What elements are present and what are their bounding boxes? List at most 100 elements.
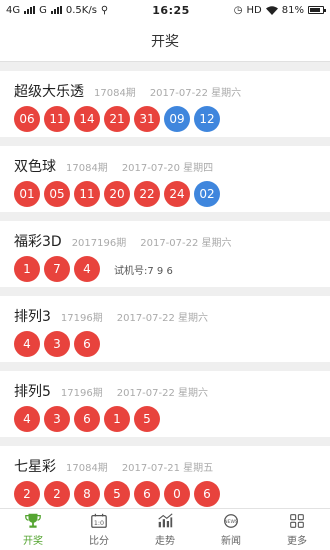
draw-date: 2017-07-22 星期六: [116, 388, 209, 399]
bottom-tab-bar: 开奖 1:0 比分 走势 NEWS 新闻 更多: [0, 508, 330, 550]
tab-kaijiang[interactable]: 开奖: [0, 509, 66, 550]
red-ball: 6: [74, 331, 100, 357]
svg-text:NEWS: NEWS: [224, 519, 238, 525]
ball-row: 06 11 14 21 31 09 12: [14, 106, 330, 132]
blue-ball: 12: [194, 106, 220, 132]
lottery-issue: 17084期: [66, 463, 108, 474]
lottery-header: 排列3 17196期 2017-07-22 星期六: [14, 306, 330, 326]
lottery-name: 福彩3D: [14, 234, 62, 250]
red-ball: 01: [14, 181, 40, 207]
ball-row: 436: [14, 331, 330, 357]
red-ball: 4: [74, 256, 100, 282]
tab-zoushi[interactable]: 走势: [132, 509, 198, 550]
lottery-header: 排列5 17196期 2017-07-22 星期六: [14, 381, 330, 401]
red-ball: 6: [134, 481, 160, 507]
draw-date: 2017-07-21 星期五: [121, 463, 214, 474]
red-ball: 5: [134, 406, 160, 432]
lottery-name: 双色球: [14, 159, 56, 175]
blue-ball: 02: [194, 181, 220, 207]
red-ball: 7: [44, 256, 70, 282]
battery-percent: 81%: [281, 4, 304, 16]
lottery-card[interactable]: 双色球 17084期 2017-07-20 星期四 01 05 11 20 22 24 02: [0, 146, 330, 212]
lottery-header: 福彩3D 2017196期 2017-07-22 星期六: [14, 231, 330, 251]
red-ball: 11: [74, 181, 100, 207]
lottery-card[interactable]: 排列3 17196期 2017-07-22 星期六 4 3 6: [0, 296, 330, 362]
alarm-icon: ◷: [233, 4, 243, 16]
ball-row: 2285606: [14, 481, 330, 507]
lottery-issue: 17196期: [60, 313, 103, 324]
lottery-card[interactable]: 七星彩 17084期 2017-07-21 星期五 2 2 8 5 6 0 6: [0, 446, 330, 508]
network-type: 4G: [6, 4, 21, 16]
clock: 16:25: [152, 3, 190, 17]
blue-ball: 09: [164, 106, 190, 132]
usb-icon: ⚲: [100, 4, 109, 16]
red-ball: 6: [74, 406, 100, 432]
tab-gengduo[interactable]: 更多: [264, 509, 330, 550]
red-ball: 2: [44, 481, 70, 507]
svg-text:1:0: 1:0: [94, 520, 104, 527]
tab-label: 更多: [287, 536, 307, 547]
tab-label: 比分: [89, 536, 109, 547]
tab-label: 走势: [155, 536, 175, 547]
status-right: ◷ HD 81%: [233, 4, 326, 16]
red-ball: 2: [14, 481, 40, 507]
lottery-name: 排列3: [14, 309, 51, 325]
red-ball: 3: [44, 331, 70, 357]
ball-row: 43615: [14, 406, 330, 432]
hd-label: HD: [246, 4, 262, 16]
trial-number: 试机号:7 9 6: [114, 265, 173, 277]
lottery-issue: 17196期: [60, 388, 103, 399]
status-bar: 4G G 0.5K/s ⚲ 16:25 ◷ HD 81%: [0, 0, 330, 20]
tab-xinwen[interactable]: NEWS 新闻: [198, 509, 264, 550]
red-ball: 11: [44, 106, 70, 132]
chart-icon: [158, 513, 173, 528]
red-ball: 31: [134, 106, 160, 132]
scoreboard-icon: 1:0: [91, 513, 107, 528]
red-ball: 1: [104, 406, 130, 432]
draw-date: 2017-07-22 星期六: [116, 313, 209, 324]
lottery-list[interactable]: 超级大乐透 17084期 2017-07-22 星期六 06 11 14 21 31 09 12 双…: [0, 62, 330, 508]
signal-icon-2: [50, 6, 62, 14]
ball-row: 1 7 4 试机号:7 9 6: [14, 256, 330, 282]
red-ball: 3: [44, 406, 70, 432]
red-ball: 20: [104, 181, 130, 207]
title-bar: 开奖: [0, 20, 330, 62]
red-ball: 6: [194, 481, 220, 507]
draw-date: 2017-07-20 星期四: [121, 163, 214, 174]
lottery-name: 超级大乐透: [14, 84, 84, 100]
lottery-header: 超级大乐透 17084期 2017-07-22 星期六: [14, 81, 330, 101]
grid-icon: [290, 514, 304, 528]
signal-icon: [24, 6, 36, 14]
draw-date: 2017-07-22 星期六: [149, 88, 242, 99]
red-ball: 14: [74, 106, 100, 132]
lottery-card[interactable]: 排列5 17196期 2017-07-22 星期六 4 3 6 1 5: [0, 371, 330, 437]
lottery-issue: 2017196期: [71, 238, 127, 249]
battery-icon: [308, 6, 326, 14]
red-ball: 4: [14, 406, 40, 432]
red-ball: 21: [104, 106, 130, 132]
page-title: 开奖: [151, 33, 179, 50]
tab-bifen[interactable]: 1:0 比分: [66, 509, 132, 550]
lottery-header: 七星彩 17084期 2017-07-21 星期五: [14, 456, 330, 476]
ball-row: 01 05 11 20 22 24 02: [14, 181, 330, 207]
red-ball: 8: [74, 481, 100, 507]
tab-label: 开奖: [23, 536, 43, 547]
red-ball: 05: [44, 181, 70, 207]
lottery-card[interactable]: 福彩3D 2017196期 2017-07-22 星期六 1 7 4 试机号:7 9 6: [0, 221, 330, 287]
net-speed: 0.5K/s: [65, 4, 97, 16]
lottery-name: 排列5: [14, 384, 51, 400]
lottery-issue: 17084期: [66, 163, 108, 174]
tab-label: 新闻: [221, 536, 241, 547]
red-ball: 5: [104, 481, 130, 507]
lottery-card[interactable]: 超级大乐透 17084期 2017-07-22 星期六 06 11 14 21 31 09 12: [0, 71, 330, 137]
red-ball: 1: [14, 256, 40, 282]
lottery-issue: 17084期: [94, 88, 136, 99]
lottery-header: 双色球 17084期 2017-07-20 星期四: [14, 156, 330, 176]
status-left: 4G G 0.5K/s ⚲: [6, 5, 108, 16]
lottery-name: 七星彩: [14, 459, 56, 475]
draw-date: 2017-07-22 星期六: [140, 238, 232, 249]
news-icon: NEWS: [224, 514, 238, 528]
red-ball: 22: [134, 181, 160, 207]
red-ball: 0: [164, 481, 190, 507]
carrier-label: G: [39, 4, 47, 16]
